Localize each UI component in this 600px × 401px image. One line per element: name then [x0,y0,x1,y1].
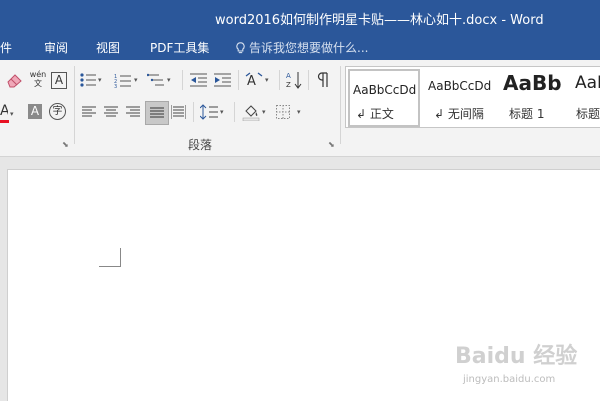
tab-file[interactable]: 文件 [0,39,12,56]
window-title: word2016如何制作明星卡贴——林心如十.docx - Word [215,13,544,28]
phonetic-guide-button[interactable]: wén 文 [29,70,47,90]
align-left-icon[interactable] [82,106,96,118]
style-normal[interactable]: AaBbCcDd ↲ 正文 [348,69,420,127]
justify-icon [150,107,164,118]
style-preview: AaBb [503,71,562,95]
style-name: 标题 1 [509,107,545,121]
sort-icon[interactable]: A Z [286,71,302,89]
style-name: ↲ 正文 [356,107,394,121]
multilevel-list-icon[interactable] [147,73,164,88]
justify-button[interactable] [145,101,169,125]
style-heading-2[interactable]: AaB 标题 [571,67,600,127]
group-separator [74,66,75,144]
title-bar: word2016如何制作明星卡贴——林心如十.docx - Word [0,0,600,34]
multilevel-dropdown-icon[interactable]: ▾ [167,76,171,84]
shading-bucket-icon[interactable] [242,103,260,121]
font-color-swatch [0,120,9,123]
paragraph-group-label: 段落 [188,138,213,152]
line-spacing-icon[interactable] [200,104,218,120]
style-name: 标题 [576,107,600,121]
tab-review[interactable]: 审阅 [44,39,68,56]
tab-view[interactable]: 视图 [96,39,120,56]
show-marks-icon[interactable] [317,71,331,89]
tell-me-placeholder: 告诉我您想要做什么... [249,41,369,55]
distributed-icon[interactable] [171,105,186,119]
style-heading-1[interactable]: AaBb 标题 1 [499,67,578,127]
enclosed-characters-button[interactable]: 字 [49,103,66,120]
chinese-layout-icon[interactable]: A [245,72,263,88]
decrease-indent-icon[interactable] [190,73,207,87]
tab-pdf-tools[interactable]: PDF工具集 [150,39,209,56]
chinese-layout-dropdown-icon[interactable]: ▾ [265,76,269,84]
separator [182,70,183,90]
borders-icon[interactable] [276,105,290,119]
align-right-icon[interactable] [126,106,140,118]
center-align-icon[interactable] [104,106,118,118]
watermark: Baidu 经验 jingyan.baidu.com [455,338,595,398]
font-dialog-launcher-icon[interactable]: ⬊ [62,140,69,149]
borders-dropdown-icon[interactable]: ▾ [297,108,301,116]
watermark-url: jingyan.baidu.com [463,374,556,385]
line-spacing-dropdown-icon[interactable]: ▾ [220,108,224,116]
svg-text:A: A [247,74,256,88]
separator [308,70,309,90]
font-color-button[interactable]: A [0,103,8,119]
clear-formatting-icon[interactable] [6,72,24,88]
separator [193,102,194,122]
ribbon: wén 文 A A ▾ A 字 ⬊ ▾ 123 ▾ ▾ A ▾ A Z ▾ ▾ … [0,60,600,157]
style-name: ↲ 无间隔 [434,107,484,121]
increase-indent-icon[interactable] [214,73,231,87]
tell-me-box[interactable]: 告诉我您想要做什么... [236,39,368,56]
watermark-logo: Baidu 经验 [455,344,578,369]
separator [234,102,235,122]
ribbon-tabs: 文件 审阅 视图 PDF工具集 告诉我您想要做什么... [0,34,600,60]
style-preview: AaBbCcDd [353,83,417,97]
style-preview: AaB [575,73,600,93]
style-preview: AaBbCcDd [428,79,492,93]
lightbulb-icon [236,42,245,54]
bullets-dropdown-icon[interactable]: ▾ [98,76,102,84]
numbering-icon[interactable]: 123 [114,73,131,88]
group-separator [340,66,341,144]
svg-text:A: A [286,72,291,80]
styles-gallery: AaBbCcDd ↲ 正文 AaBbCcDd ↲ 无间隔 AaBb 标题 1 A… [345,66,600,128]
bullets-icon[interactable] [80,73,96,87]
margin-corner-mark [99,248,121,267]
separator [279,70,280,90]
separator [238,70,239,90]
shading-dropdown-icon[interactable]: ▾ [262,108,266,116]
dropdown-arrow-icon[interactable]: ▾ [10,110,14,118]
paragraph-dialog-launcher-icon[interactable]: ⬊ [328,140,335,149]
numbering-dropdown-icon[interactable]: ▾ [134,76,138,84]
svg-text:Z: Z [286,81,291,89]
character-border-button[interactable]: A [51,72,67,89]
svg-text:3: 3 [114,84,117,88]
character-shading-button[interactable]: A [28,104,42,119]
style-no-spacing[interactable]: AaBbCcDd ↲ 无间隔 [424,67,503,127]
